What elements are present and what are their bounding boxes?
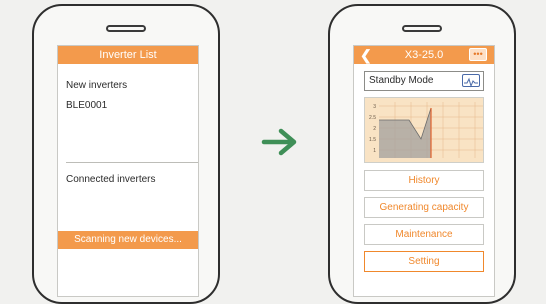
phone-left: Inverter List New inverters BLE0001 Conn… (32, 4, 220, 304)
inverter-detail-screen: ❮ X3-25.0 ••• Standby Mode 3 2.5 2 1.5 1… (353, 45, 495, 297)
more-dots-icon[interactable]: ••• (469, 48, 487, 61)
menu-item-maintenance[interactable]: Maintenance (364, 224, 484, 245)
status-text: Standby Mode (369, 75, 434, 86)
y-tick: 2.5 (369, 115, 376, 121)
device-item-ble0001[interactable]: BLE0001 (66, 100, 107, 111)
right-arrow-icon (261, 128, 297, 156)
divider (66, 162, 198, 163)
power-chart: 3 2.5 2 1.5 1 (364, 97, 484, 163)
menu-item-setting[interactable]: Setting (364, 251, 484, 272)
speaker-icon (106, 25, 146, 32)
scanning-button[interactable]: Scanning new devices... (58, 231, 198, 249)
inverter-list-screen: Inverter List New inverters BLE0001 Conn… (57, 45, 199, 297)
screen-title: Inverter List (58, 46, 198, 64)
waveform-icon[interactable] (462, 74, 480, 88)
y-tick: 1 (373, 148, 376, 154)
menu-item-history[interactable]: History (364, 170, 484, 191)
y-tick: 1.5 (369, 137, 376, 143)
screen-header: ❮ X3-25.0 ••• (354, 46, 494, 64)
new-inverters-label: New inverters (66, 80, 128, 91)
chevron-left-icon[interactable]: ❮ (360, 47, 372, 63)
y-tick: 3 (373, 104, 376, 110)
menu-item-generating-capacity[interactable]: Generating capacity (364, 197, 484, 218)
screen-title: X3-25.0 (404, 49, 444, 61)
speaker-icon (402, 25, 442, 32)
phone-right: ❮ X3-25.0 ••• Standby Mode 3 2.5 2 1.5 1… (328, 4, 516, 304)
connected-inverters-label: Connected inverters (66, 174, 156, 185)
y-tick: 2 (373, 126, 376, 132)
status-row: Standby Mode (364, 71, 484, 91)
